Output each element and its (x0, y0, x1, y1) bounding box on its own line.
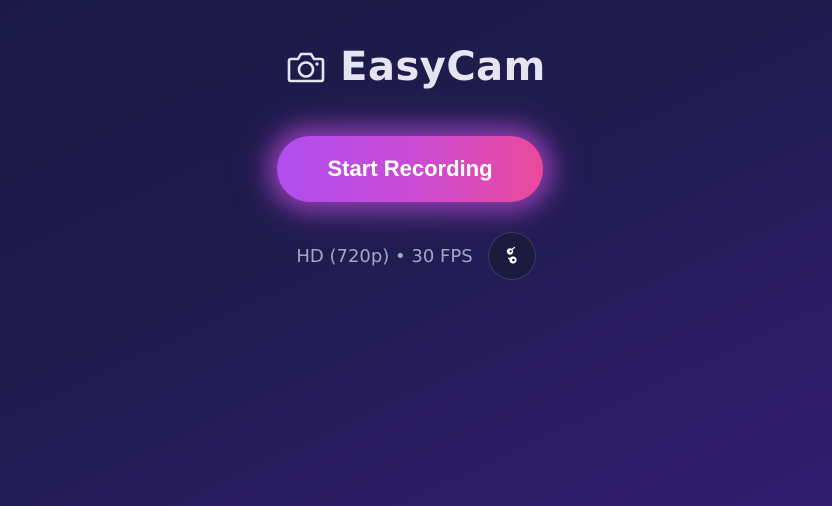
start-recording-button[interactable]: Start Recording (277, 136, 543, 202)
settings-icon (503, 245, 521, 267)
app-header: EasyCam (0, 44, 832, 90)
settings-button[interactable] (487, 232, 536, 280)
camera-icon (286, 47, 326, 87)
quality-status: HD (720p) • 30 FPS (296, 245, 473, 267)
status-row: HD (720p) • 30 FPS (0, 232, 832, 280)
app-title: EasyCam (340, 44, 546, 90)
